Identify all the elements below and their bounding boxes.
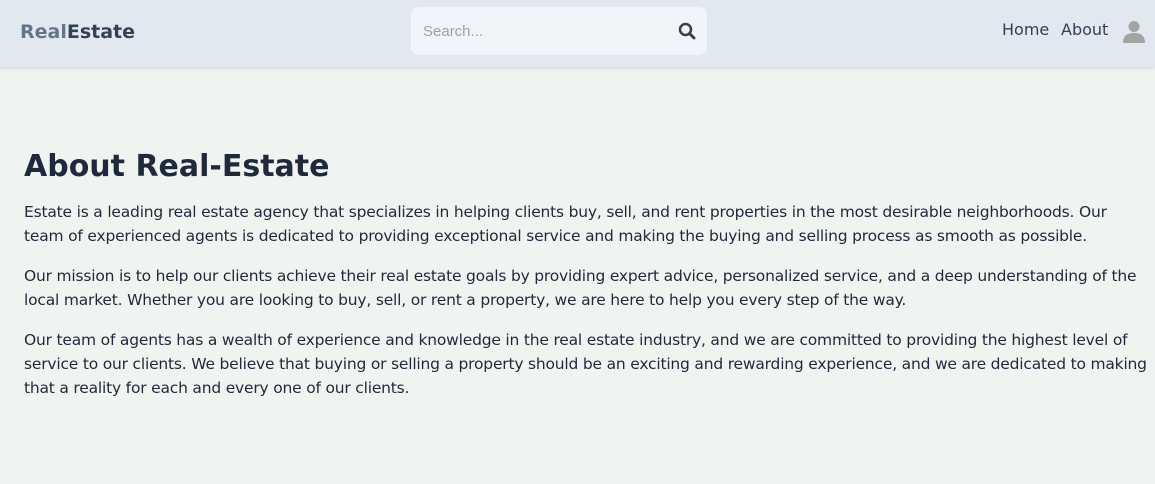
user-avatar-icon[interactable] <box>1122 19 1146 43</box>
page-title: About Real-Estate <box>24 149 330 184</box>
logo-real-text: Real <box>20 21 67 43</box>
search-icon[interactable] <box>677 21 697 41</box>
search-box <box>411 7 707 55</box>
logo-estate-text: Estate <box>66 21 136 43</box>
search-input[interactable] <box>411 7 661 55</box>
nav-about-link[interactable]: About <box>1061 20 1108 40</box>
about-section: About Real-Estate Estate is a leading re… <box>24 148 1149 416</box>
about-paragraph-1: Estate is a leading real estate agency t… <box>24 203 1107 245</box>
about-paragraph-2: Our mission is to help our clients achie… <box>24 267 1137 309</box>
logo[interactable]: RealEstate <box>20 20 135 44</box>
nav-home-link[interactable]: Home <box>1002 20 1049 40</box>
about-paragraph-3: Our team of agents has a wealth of exper… <box>24 331 1147 397</box>
navbar: RealEstate Home About <box>0 0 1155 67</box>
